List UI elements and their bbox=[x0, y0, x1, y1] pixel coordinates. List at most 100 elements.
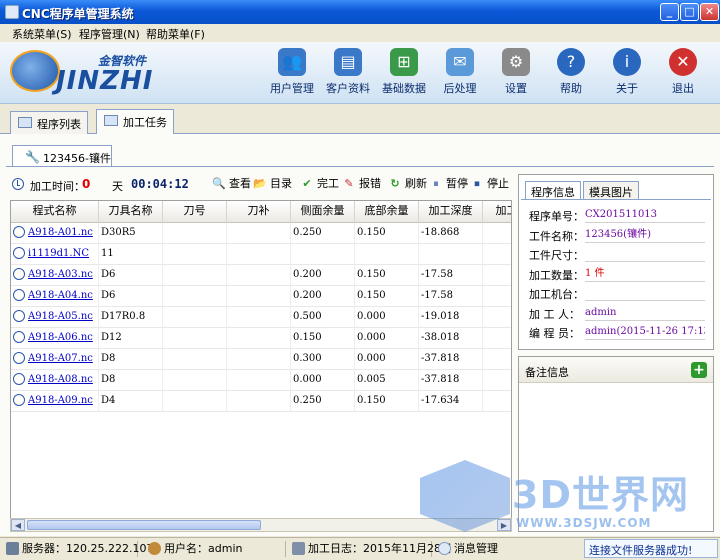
toolbar-settings[interactable]: ⚙ 设置 bbox=[490, 48, 542, 98]
clock-icon bbox=[13, 351, 25, 364]
program-link[interactable]: i1119d1.NC bbox=[28, 248, 89, 259]
brand-logo: 金智软件 JINZHI bbox=[10, 48, 170, 98]
col-header[interactable]: 侧面余量 bbox=[291, 201, 355, 223]
table-row[interactable]: A918-A04.nc D6 0.200 0.150 -17.58 bbox=[11, 286, 511, 307]
info-icon: i bbox=[613, 48, 641, 76]
program-link[interactable]: A918-A07.nc bbox=[28, 353, 93, 364]
tab-program-list[interactable]: 程序列表 bbox=[10, 111, 88, 134]
info-value[interactable]: 1 件 bbox=[585, 266, 705, 282]
program-link[interactable]: A918-A08.nc bbox=[28, 374, 93, 385]
table-cell bbox=[483, 370, 511, 391]
col-header[interactable]: 刀补 bbox=[227, 201, 291, 223]
toolbar-post-process[interactable]: ✉ 后处理 bbox=[434, 48, 486, 98]
table-cell: 0.150 bbox=[355, 391, 419, 412]
table-row[interactable]: A918-A07.nc D8 0.300 0.000 -37.818 bbox=[11, 349, 511, 370]
table-cell bbox=[163, 223, 227, 244]
program-link[interactable]: A918-A09.nc bbox=[28, 395, 93, 406]
toolbar-user-management[interactable]: 👥 用户管理 bbox=[266, 48, 318, 98]
table-row[interactable]: A918-A05.nc D17R0.8 0.500 0.000 -19.018 bbox=[11, 307, 511, 328]
table-cell bbox=[163, 286, 227, 307]
toolbar-about[interactable]: i 关于 bbox=[601, 48, 653, 98]
add-note-icon[interactable]: + bbox=[691, 362, 707, 378]
table-cell: D4 bbox=[99, 391, 163, 412]
table-cell: -19.018 bbox=[419, 307, 483, 328]
info-value[interactable]: admin(2015-11-26 17:13:40) bbox=[585, 324, 705, 340]
table-cell: 0.200 bbox=[291, 286, 355, 307]
menu-program[interactable]: 程序管理(N) bbox=[79, 26, 140, 42]
table-cell bbox=[227, 370, 291, 391]
pause-icon: ⏸ bbox=[433, 177, 439, 190]
col-header[interactable]: 刀具名称 bbox=[99, 201, 163, 223]
stop-button[interactable]: ⏹ 停止 bbox=[470, 177, 509, 193]
table-row[interactable]: A918-A06.nc D12 0.150 0.000 -38.018 bbox=[11, 328, 511, 349]
col-header[interactable]: 程式名称 bbox=[11, 201, 99, 223]
title-bar[interactable]: CNC程序单管理系统 _ □ ✕ bbox=[0, 0, 720, 24]
report-error-button[interactable]: ✎ 报错 bbox=[342, 177, 381, 193]
complete-button[interactable]: ✔ 完工 bbox=[300, 177, 339, 193]
table-row[interactable]: A918-A08.nc D8 0.000 0.005 -37.818 bbox=[11, 370, 511, 391]
program-link[interactable]: A918-A03.nc bbox=[28, 269, 93, 280]
menu-help[interactable]: 帮助菜单(F) bbox=[146, 26, 205, 42]
col-header[interactable]: 加工深度 bbox=[419, 201, 483, 223]
table-cell bbox=[227, 223, 291, 244]
cube-logo-icon bbox=[420, 460, 510, 532]
info-key: 工件名称： bbox=[529, 229, 584, 243]
close-button[interactable]: ✕ bbox=[700, 3, 719, 21]
view-button[interactable]: 🔍 查看 bbox=[212, 177, 251, 193]
table-row[interactable]: A918-A09.nc D4 0.250 0.150 -17.634 bbox=[11, 391, 511, 412]
cell-program-name: A918-A03.nc bbox=[11, 265, 99, 286]
table-cell: D12 bbox=[99, 328, 163, 349]
timer-clock: 00:04:12 bbox=[131, 177, 189, 191]
error-report-icon: ✎ bbox=[344, 177, 354, 190]
info-value[interactable]: CX201511013 bbox=[585, 207, 705, 223]
table-cell: -18.868 bbox=[419, 223, 483, 244]
table-cell: 0.000 bbox=[355, 328, 419, 349]
col-header[interactable]: 刀号 bbox=[163, 201, 227, 223]
menu-system[interactable]: 系统菜单(S) bbox=[12, 26, 72, 42]
col-header[interactable]: 加工 bbox=[483, 201, 512, 223]
table-cell bbox=[163, 244, 227, 265]
window-title: CNC程序单管理系统 bbox=[22, 7, 134, 21]
col-header[interactable]: 底部余量 bbox=[355, 201, 419, 223]
info-value[interactable] bbox=[585, 246, 705, 262]
table-cell bbox=[483, 307, 511, 328]
info-value[interactable]: 123456(镶件) bbox=[585, 227, 705, 243]
table-row[interactable]: A918-A03.nc D6 0.200 0.150 -17.58 bbox=[11, 265, 511, 286]
tab-program-info[interactable]: 程序信息 bbox=[525, 181, 581, 199]
info-value[interactable]: admin bbox=[585, 305, 705, 321]
table-cell: 0.200 bbox=[291, 265, 355, 286]
toolbar-customer-data[interactable]: ▤ 客户资料 bbox=[322, 48, 374, 98]
toolbar-base-data[interactable]: ⊞ 基础数据 bbox=[378, 48, 430, 98]
tab-task-item[interactable]: 🔧 123456-镶件 bbox=[12, 145, 112, 167]
status-log[interactable]: 加工日志：2015年11月28日 bbox=[290, 541, 452, 557]
directory-button[interactable]: 📂 目录 bbox=[253, 177, 292, 193]
app-icon bbox=[5, 5, 19, 19]
program-link[interactable]: A918-A05.nc bbox=[28, 311, 93, 322]
program-link[interactable]: A918-A04.nc bbox=[28, 290, 93, 301]
info-value[interactable] bbox=[585, 285, 705, 301]
status-message: 连接文件服务器成功! bbox=[584, 539, 718, 558]
minimize-button[interactable]: _ bbox=[660, 3, 679, 21]
table-cell: 0.250 bbox=[291, 223, 355, 244]
watermark-text: 3D世界网 bbox=[512, 473, 689, 517]
refresh-button[interactable]: ↻ 刷新 bbox=[388, 177, 427, 193]
program-link[interactable]: A918-A06.nc bbox=[28, 332, 93, 343]
maximize-button[interactable]: □ bbox=[680, 3, 699, 21]
status-message-manager[interactable]: 消息管理 bbox=[436, 541, 520, 557]
pause-button[interactable]: ⏸ 暂停 bbox=[429, 177, 468, 193]
banner: 金智软件 JINZHI 👥 用户管理 ▤ 客户资料 ⊞ 基础数据 ✉ 后处理 ⚙ 设置 ?… bbox=[0, 42, 720, 104]
table-row[interactable]: i1119d1.NC 11 bbox=[11, 244, 511, 265]
table-cell: -37.818 bbox=[419, 370, 483, 391]
info-tab-divider bbox=[521, 199, 711, 200]
tab-mold-picture[interactable]: 模具图片 bbox=[583, 181, 639, 199]
tab-machining-task[interactable]: 加工任务 bbox=[96, 109, 174, 135]
table-cell bbox=[163, 265, 227, 286]
toolbar-help[interactable]: ? 帮助 bbox=[545, 48, 597, 98]
cell-program-name: i1119d1.NC bbox=[11, 244, 99, 265]
scroll-left-icon[interactable]: ◀ bbox=[11, 519, 25, 531]
timer-days: 0 bbox=[82, 177, 91, 191]
scroll-thumb[interactable] bbox=[27, 520, 261, 530]
toolbar-exit[interactable]: ✕ 退出 bbox=[657, 48, 709, 98]
program-link[interactable]: A918-A01.nc bbox=[28, 227, 93, 238]
table-row[interactable]: A918-A01.nc D30R5 0.250 0.150 -18.868 bbox=[11, 223, 511, 244]
